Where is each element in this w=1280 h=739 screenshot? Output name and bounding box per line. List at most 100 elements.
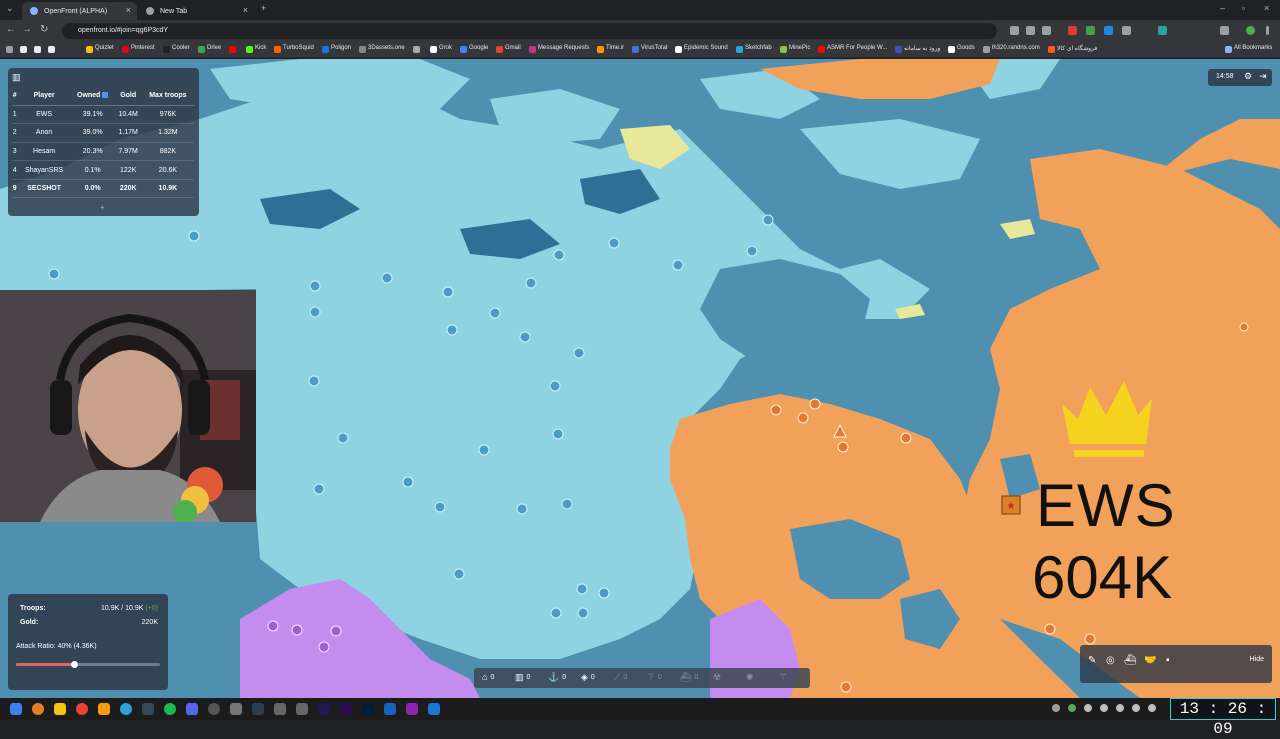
bookmark-item[interactable]: Message Requests	[529, 45, 589, 53]
close-window-icon[interactable]: ×	[1264, 3, 1269, 13]
leaderboard-row[interactable]: 4 ShayanSRS 0.1% 122K 20.6K	[12, 160, 194, 180]
bookmark-item[interactable]: Cooler	[163, 45, 190, 53]
attack-ratio-slider[interactable]	[16, 661, 160, 668]
bookmark-item[interactable]: Sketchfab	[736, 45, 772, 53]
blender-icon[interactable]	[384, 703, 396, 715]
install-icon[interactable]	[1010, 26, 1019, 35]
tray-icon[interactable]	[1084, 704, 1092, 712]
exit-icon[interactable]: ⇥	[1259, 71, 1267, 82]
extensions-puzzle-icon[interactable]	[1220, 26, 1229, 35]
app-icon[interactable]	[406, 703, 418, 715]
reload-icon[interactable]: ↻	[40, 24, 48, 35]
bookmark-item[interactable]: ورود به سامانه	[895, 45, 940, 53]
bookmark-item[interactable]: lh320.randns.com	[983, 45, 1040, 53]
tab-search-icon[interactable]: ⌄	[6, 3, 14, 14]
bookmark-item[interactable]: VirusTotal	[632, 45, 667, 53]
after-effects-icon[interactable]	[318, 703, 330, 715]
column-max-troops[interactable]: Max troops	[141, 87, 194, 106]
build-mirv-button[interactable]: ⚚	[779, 672, 790, 683]
tray-icon[interactable]	[1100, 704, 1108, 712]
extension-teal-icon[interactable]	[1158, 26, 1167, 35]
bookmark-item[interactable]: Grok	[430, 45, 452, 53]
system-clock[interactable]: 13 : 26 : 09	[1170, 698, 1276, 738]
photoshop-icon[interactable]	[362, 703, 374, 715]
column-gold[interactable]: Gold	[114, 87, 142, 106]
hide-button[interactable]: Hide	[1250, 656, 1264, 663]
obs-icon[interactable]	[208, 703, 220, 715]
forward-icon[interactable]: →	[22, 24, 32, 35]
folder-icon[interactable]	[98, 703, 110, 715]
close-tab-icon[interactable]: ×	[243, 5, 248, 15]
new-tab-button[interactable]: +	[261, 3, 266, 13]
leaderboard-row[interactable]: 9 SECSHOT 0.0% 220K 10.9K	[12, 179, 194, 199]
chat-icon[interactable]: ▪	[1166, 655, 1170, 666]
build-city-button[interactable]: ⌂ 0	[482, 672, 494, 682]
build-port-button[interactable]: ⚓ 0	[548, 672, 566, 683]
extension-shield-icon[interactable]	[1122, 26, 1131, 35]
build-atom-bomb-button[interactable]: ☢	[713, 672, 724, 683]
handshake-icon[interactable]: 🤝	[1144, 655, 1156, 666]
chrome-icon[interactable]	[76, 703, 88, 715]
expand-leaderboard-button[interactable]: +	[100, 203, 105, 212]
eye-off-icon[interactable]	[1026, 26, 1035, 35]
tab-openfront[interactable]: OpenFront (ALPHA) ×	[22, 2, 137, 20]
bookmark-item[interactable]: Epidemic Sound	[675, 45, 728, 53]
bookmark-item[interactable]: TurboSquid	[274, 45, 314, 53]
discord-icon[interactable]	[186, 703, 198, 715]
leaderboard-row[interactable]: 2 Anon 39.0% 1.17M 1.32M	[12, 123, 194, 143]
bookmark-item[interactable]: Goods	[948, 45, 975, 53]
tray-icon[interactable]	[1148, 704, 1156, 712]
tray-icon[interactable]	[1116, 704, 1124, 712]
search-icon[interactable]	[32, 703, 44, 715]
leaderboard-row[interactable]: 3 Hesam 20.3% 7.97M 882K	[12, 142, 194, 162]
all-bookmarks-button[interactable]: All Bookmarks	[1225, 45, 1272, 53]
app-icon[interactable]	[428, 703, 440, 715]
bookmark-item[interactable]: Poligon	[322, 45, 351, 53]
bookmark-item[interactable]: Kick	[246, 45, 266, 53]
leaderboard-row[interactable]: 1 EWS 39.1% 10.4M 976K	[12, 105, 194, 125]
bookmark-item[interactable]: Pinterest	[122, 45, 155, 53]
bookmark-item[interactable]: Time.ir	[597, 45, 624, 53]
extension-blue-icon[interactable]	[1104, 26, 1113, 35]
bookmark-item[interactable]: Gmail	[496, 45, 521, 53]
build-hydrogen-bomb-button[interactable]: ✺	[746, 672, 757, 683]
tray-icon[interactable]	[1132, 704, 1140, 712]
app-icon[interactable]	[274, 703, 286, 715]
url-input[interactable]: openfront.io/#join=qg6P3cdY	[62, 23, 997, 39]
bookmark-item[interactable]: MinePic	[780, 45, 810, 53]
tray-icon[interactable]	[1068, 704, 1076, 712]
column-owned[interactable]: Owned	[70, 87, 115, 106]
camera-icon[interactable]	[230, 703, 242, 715]
telegram-icon[interactable]	[120, 703, 132, 715]
pencil-icon[interactable]: ✎	[1088, 655, 1096, 666]
close-tab-icon[interactable]: ×	[126, 5, 131, 15]
attack-ratio-handle[interactable]	[70, 661, 78, 668]
minimize-icon[interactable]: –	[1220, 3, 1225, 13]
spotify-icon[interactable]	[164, 703, 176, 715]
star-icon[interactable]	[1042, 26, 1051, 35]
bookmark-item[interactable]: ASMR For People W...	[818, 45, 887, 53]
bookmark-item[interactable]: 3Dassets.one	[359, 45, 405, 53]
extension-green-icon[interactable]	[1086, 26, 1095, 35]
bookmark-item[interactable]: Quizlet	[86, 45, 114, 53]
app-icon[interactable]	[296, 703, 308, 715]
maximize-icon[interactable]: ▫	[1242, 3, 1245, 13]
extension-red-icon[interactable]	[1068, 26, 1077, 35]
file-explorer-icon[interactable]	[54, 703, 66, 715]
build-warship-button[interactable]: ⛴ 0	[680, 672, 698, 683]
boat-icon[interactable]: ⛴	[1124, 655, 1137, 666]
tab-new-tab[interactable]: New Tab ×	[138, 2, 254, 20]
tray-icon[interactable]	[1052, 704, 1060, 712]
build-defense-post-button[interactable]: ◈ 0	[581, 672, 595, 683]
bookmark-item[interactable]: فروشگاه ای کالا	[1048, 45, 1097, 53]
terminal-icon[interactable]	[252, 703, 264, 715]
premiere-icon[interactable]	[340, 703, 352, 715]
back-icon[interactable]: ←	[6, 24, 16, 35]
column-player[interactable]: Player	[17, 87, 71, 106]
bar-chart-icon[interactable]: ▥	[12, 72, 21, 83]
menu-dots-icon[interactable]	[1266, 26, 1269, 35]
target-icon[interactable]: ◎	[1106, 655, 1115, 666]
steam-icon[interactable]	[142, 703, 154, 715]
bookmark-item[interactable]: Google	[460, 45, 488, 53]
profile-avatar-icon[interactable]	[1246, 26, 1255, 35]
